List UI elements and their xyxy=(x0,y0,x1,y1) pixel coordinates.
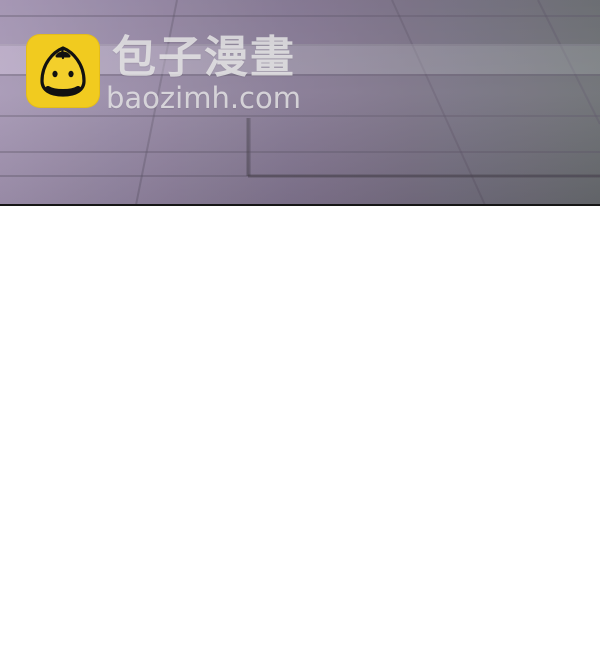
watermark-domain-text: baozimh.com xyxy=(106,81,301,115)
watermark-brand-text: 包子漫畫 xyxy=(112,32,296,83)
comic-page: 包子漫畫 baozimh.com xyxy=(0,0,600,661)
baozimh-watermark: 包子漫畫 baozimh.com xyxy=(26,32,326,118)
comic-panel: 包子漫畫 baozimh.com xyxy=(0,0,600,205)
steamed-bun-icon xyxy=(40,46,86,97)
blank-page-area xyxy=(0,206,600,661)
